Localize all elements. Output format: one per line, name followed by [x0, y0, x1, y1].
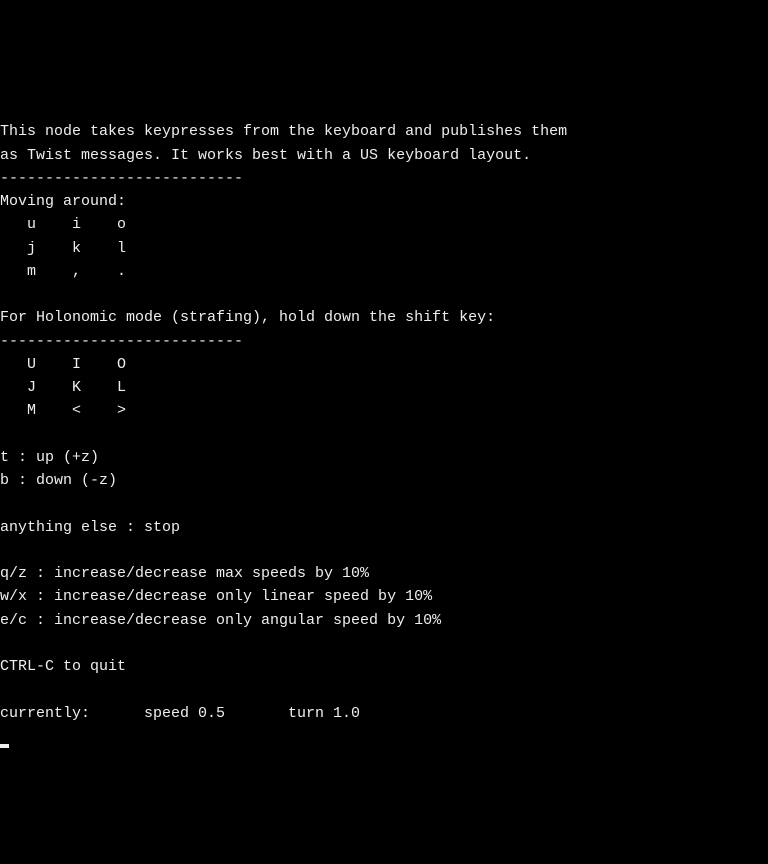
status-line: currently: speed 0.5 turn 1.0	[0, 705, 369, 722]
holonomic-row-3: M < >	[0, 402, 126, 419]
holonomic-header: For Holonomic mode (strafing), hold down…	[0, 309, 495, 326]
cursor	[0, 744, 9, 748]
divider-1: ---------------------------	[0, 170, 243, 187]
t-key-line: t : up (+z)	[0, 449, 99, 466]
terminal-output[interactable]: This node takes keypresses from the keyb…	[0, 97, 768, 748]
intro-line-1: This node takes keypresses from the keyb…	[0, 123, 567, 140]
quit-line: CTRL-C to quit	[0, 658, 126, 675]
wx-line: w/x : increase/decrease only linear spee…	[0, 588, 432, 605]
qz-line: q/z : increase/decrease max speeds by 10…	[0, 565, 369, 582]
b-key-line: b : down (-z)	[0, 472, 117, 489]
moving-row-2: j k l	[0, 240, 126, 257]
holonomic-row-2: J K L	[0, 379, 126, 396]
holonomic-row-1: U I O	[0, 356, 126, 373]
divider-2: ---------------------------	[0, 333, 243, 350]
ec-line: e/c : increase/decrease only angular spe…	[0, 612, 441, 629]
intro-line-2: as Twist messages. It works best with a …	[0, 147, 531, 164]
moving-row-3: m , .	[0, 263, 126, 280]
moving-header: Moving around:	[0, 193, 126, 210]
moving-row-1: u i o	[0, 216, 126, 233]
stop-line: anything else : stop	[0, 519, 180, 536]
